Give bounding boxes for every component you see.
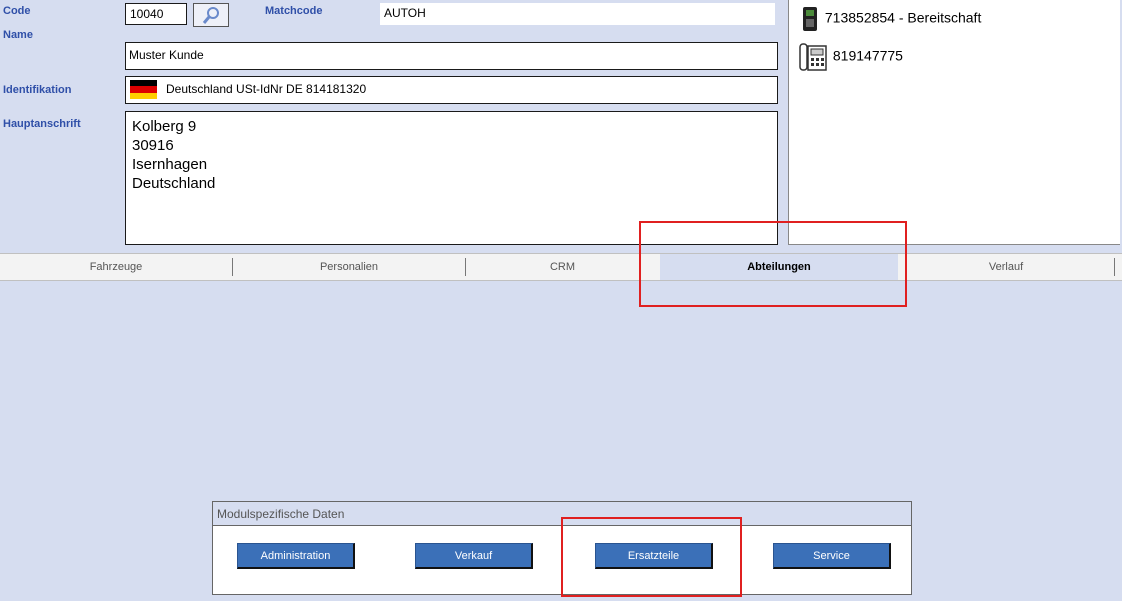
tab-fahrzeuge[interactable]: Fahrzeuge	[0, 254, 232, 280]
customer-header-panel: Code 10040 Matchcode AUTOH Name Identifi…	[0, 0, 1122, 253]
matchcode-label: Matchcode	[265, 5, 323, 17]
name-input[interactable]: Muster Kunde	[125, 42, 778, 70]
ident-input[interactable]: Deutschland USt-IdNr DE 814181320	[125, 76, 778, 104]
name-label: Name	[3, 29, 33, 41]
administration-button[interactable]: Administration	[237, 543, 355, 569]
service-button[interactable]: Service	[773, 543, 891, 569]
verkauf-button[interactable]: Verkauf	[415, 543, 533, 569]
address-label: Hauptanschrift	[3, 118, 81, 130]
german-flag-icon	[130, 80, 157, 99]
highlight-ersatzteile	[561, 517, 742, 597]
search-button[interactable]	[193, 3, 229, 27]
address-line: Kolberg 9	[132, 118, 197, 135]
ident-value: Deutschland USt-IdNr DE 814181320	[166, 82, 367, 96]
phone-number: 713852854 - Bereitschaft	[824, 9, 982, 26]
ident-label: Identifikation	[3, 84, 72, 96]
address-line: 30916	[132, 137, 174, 154]
matchcode-value: AUTOH	[384, 6, 426, 20]
address-line: Isernhagen	[132, 156, 208, 173]
tab-personalien[interactable]: Personalien	[233, 254, 465, 280]
phone-entry[interactable]: 819147775	[799, 42, 903, 72]
magnifier-icon	[202, 7, 219, 24]
name-value: Muster Kunde	[129, 48, 204, 62]
matchcode-input[interactable]: AUTOH	[380, 3, 775, 25]
highlight-abteilungen	[639, 221, 907, 307]
tab-crm[interactable]: CRM	[466, 254, 659, 280]
mobile-phone-icon	[803, 7, 817, 31]
code-input[interactable]: 10040	[125, 3, 187, 25]
tab-bar: Fahrzeuge Personalien CRM Abteilungen Ve…	[0, 253, 1122, 281]
tab-separator	[1114, 258, 1115, 276]
code-label: Code	[3, 5, 31, 17]
address-line: Deutschland	[132, 175, 216, 192]
phone-entry[interactable]: 713852854 - Bereitschaft	[799, 6, 981, 32]
code-value: 10040	[130, 7, 164, 21]
phone-number: 819147775	[832, 47, 903, 64]
phone-panel: 713852854 - Bereitschaft 819147775	[788, 0, 1120, 245]
tab-verlauf[interactable]: Verlauf	[898, 254, 1114, 280]
desk-phone-icon	[799, 43, 827, 71]
